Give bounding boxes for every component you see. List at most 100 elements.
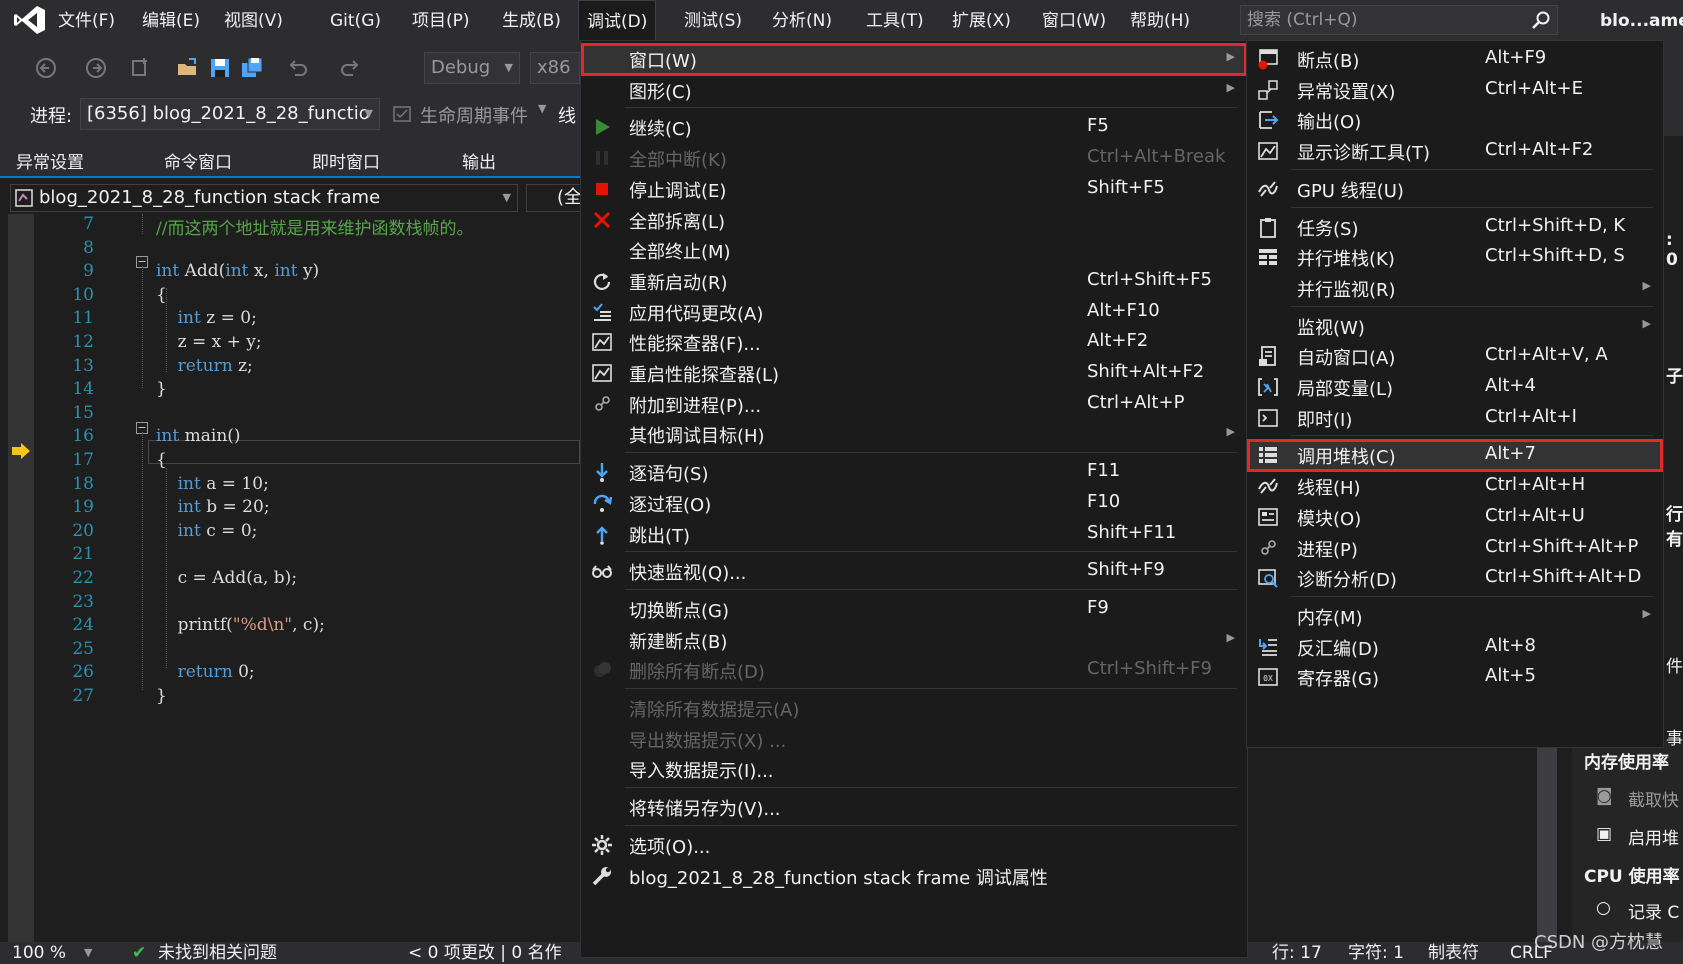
- take-snapshot-button[interactable]: ◙ 截取快: [1596, 786, 1679, 811]
- window-submenu-item-22[interactable]: 内存(M) ▶: [1247, 600, 1663, 633]
- debug-menu-item-29[interactable]: 将转储另存为(V)...: [581, 791, 1247, 824]
- save-all-icon[interactable]: [240, 56, 264, 80]
- window-submenu-item-3[interactable]: 显示诊断工具(T) Ctrl+Alt+F2: [1247, 135, 1663, 168]
- window-submenu-item-17[interactable]: 线程(H) Ctrl+Alt+H: [1247, 470, 1663, 503]
- debug-menu-item-10[interactable]: 性能探查器(F)... Alt+F2: [581, 326, 1247, 359]
- indent-mode-status[interactable]: 制表符: [1428, 942, 1479, 964]
- window-submenu-item-19[interactable]: 进程(P) Ctrl+Shift+Alt+P: [1247, 532, 1663, 565]
- issues-status[interactable]: 未找到相关问题: [158, 942, 277, 964]
- code-line[interactable]: int a = 10;: [156, 474, 269, 494]
- code-line[interactable]: z = x + y;: [156, 332, 262, 352]
- debug-menu-item-8[interactable]: 重新启动(R) Ctrl+Shift+F5: [581, 265, 1247, 298]
- search-box[interactable]: [1240, 5, 1558, 35]
- window-submenu-item-9[interactable]: 并行监视(R) ▶: [1247, 272, 1663, 305]
- menu-item-11[interactable]: 窗口(W): [1034, 0, 1114, 40]
- record-cpu-button[interactable]: ○ 记录 C: [1596, 898, 1679, 923]
- window-submenu-item-11[interactable]: 监视(W) ▶: [1247, 310, 1663, 343]
- window-submenu-item-1[interactable]: 异常设置(X) Ctrl+Alt+E: [1247, 74, 1663, 107]
- menu-item-9[interactable]: 工具(T): [858, 0, 932, 40]
- window-submenu-item-5[interactable]: GPU 线程(U): [1247, 173, 1663, 206]
- code-line[interactable]: printf("%d\n", c);: [156, 615, 325, 635]
- code-line[interactable]: int Add(int x, int y): [156, 261, 319, 281]
- window-submenu-item-20[interactable]: 诊断分析(D) Ctrl+Shift+Alt+D: [1247, 562, 1663, 595]
- menu-item-4[interactable]: 项目(P): [404, 0, 478, 40]
- window-submenu-item-16[interactable]: 调用堆栈(C) Alt+7: [1247, 439, 1663, 473]
- debug-menu-item-9[interactable]: 应用代码更改(A) Alt+F10: [581, 296, 1247, 329]
- tab-immediate-window[interactable]: 即时窗口: [312, 148, 380, 173]
- save-icon[interactable]: [208, 56, 232, 80]
- debug-menu-item-32[interactable]: blog_2021_8_28_function stack frame 调试属性: [581, 860, 1247, 893]
- menu-item-2[interactable]: 视图(V): [216, 0, 291, 40]
- global-scope-dropdown[interactable]: (全局: [526, 184, 586, 212]
- debug-menu-item-25[interactable]: 清除所有数据提示(A): [581, 692, 1247, 725]
- debug-menu-item-7[interactable]: 全部终止(M): [581, 234, 1247, 267]
- window-submenu-item-7[interactable]: 任务(S) Ctrl+Shift+D, K: [1247, 211, 1663, 244]
- code-line[interactable]: int z = 0;: [156, 308, 257, 328]
- debug-menu-item-21[interactable]: 切换断点(G) F9: [581, 593, 1247, 626]
- menu-item-10[interactable]: 扩展(X): [944, 0, 1019, 40]
- lifecycle-events-icon[interactable]: [392, 104, 412, 124]
- platform-dropdown[interactable]: x86: [530, 52, 580, 84]
- menu-item-5[interactable]: 生成(B): [494, 0, 569, 40]
- code-line[interactable]: c = Add(a, b);: [156, 568, 297, 588]
- search-icon[interactable]: [1531, 10, 1551, 30]
- window-submenu-item-18[interactable]: 模块(O) Ctrl+Alt+U: [1247, 501, 1663, 534]
- new-project-icon[interactable]: [128, 56, 152, 80]
- debug-menu-item-1[interactable]: 图形(C) ▶: [581, 74, 1247, 107]
- redo-icon[interactable]: [338, 56, 362, 80]
- vertical-scrollbar[interactable]: [1537, 736, 1557, 942]
- undo-icon[interactable]: [286, 56, 310, 80]
- window-submenu-item-23[interactable]: 反汇编(D) Alt+8: [1247, 631, 1663, 664]
- enable-heap-button[interactable]: ▣ 启用堆: [1596, 824, 1679, 849]
- git-changes-status[interactable]: < 0 项更改 | 0 名作: [408, 942, 562, 964]
- debug-menu-item-4[interactable]: 全部中断(K) Ctrl+Alt+Break: [581, 142, 1247, 175]
- code-line[interactable]: int c = 0;: [156, 521, 258, 541]
- debug-menu-item-13[interactable]: 其他调试目标(H) ▶: [581, 418, 1247, 451]
- window-submenu-item-12[interactable]: 自动窗口(A) Ctrl+Alt+V, A: [1247, 340, 1663, 373]
- debug-menu-item-17[interactable]: 跳出(T) Shift+F11: [581, 518, 1247, 551]
- project-scope-dropdown[interactable]: blog_2021_8_28_function stack frame ▼: [10, 184, 518, 212]
- code-line[interactable]: {: [156, 450, 167, 470]
- window-submenu-item-13[interactable]: 局部变量(L) Alt+4: [1247, 371, 1663, 404]
- menu-item-6[interactable]: 调试(D): [578, 0, 657, 40]
- search-input[interactable]: [1241, 6, 1521, 34]
- debug-menu-item-22[interactable]: 新建断点(B) ▶: [581, 624, 1247, 657]
- window-submenu-item-0[interactable]: 断点(B) Alt+F9: [1247, 43, 1663, 76]
- debug-menu-item-27[interactable]: 导入数据提示(I)...: [581, 753, 1247, 786]
- debug-menu-item-16[interactable]: 逐过程(O) F10: [581, 487, 1247, 520]
- debug-menu-item-0[interactable]: 窗口(W) ▶: [581, 43, 1247, 76]
- window-submenu-item-14[interactable]: 即时(I) Ctrl+Alt+I: [1247, 402, 1663, 435]
- debug-menu-item-31[interactable]: 选项(O)...: [581, 829, 1247, 862]
- debug-menu-item-15[interactable]: 逐语句(S) F11: [581, 456, 1247, 489]
- window-submenu-item-2[interactable]: 输出(O): [1247, 104, 1663, 137]
- tab-output[interactable]: 输出: [462, 148, 496, 173]
- open-folder-icon[interactable]: [176, 56, 200, 80]
- code-line[interactable]: }: [156, 379, 167, 399]
- menu-item-8[interactable]: 分析(N): [764, 0, 840, 40]
- process-dropdown[interactable]: [6356] blog_2021_8_28_functio ▼: [80, 98, 380, 130]
- debug-menu-item-11[interactable]: 重启性能探查器(L) Shift+Alt+F2: [581, 357, 1247, 390]
- back-icon[interactable]: [34, 56, 58, 80]
- debug-menu-item-6[interactable]: 全部拆离(L): [581, 204, 1247, 237]
- window-submenu-item-24[interactable]: 0X 寄存器(G) Alt+5: [1247, 661, 1663, 694]
- menu-item-7[interactable]: 测试(S): [676, 0, 750, 40]
- debug-menu-item-3[interactable]: 继续(C) F5: [581, 111, 1247, 144]
- debug-menu-item-5[interactable]: 停止调试(E) Shift+F5: [581, 173, 1247, 206]
- code-line[interactable]: //而这两个地址就是用来维护函数栈帧的。: [156, 214, 473, 239]
- debug-menu-item-12[interactable]: 附加到进程(P)... Ctrl+Alt+P: [581, 388, 1247, 421]
- debug-menu-item-26[interactable]: 导出数据提示(X) ...: [581, 723, 1247, 756]
- code-line[interactable]: int main(): [156, 426, 241, 446]
- tab-exception-settings[interactable]: 异常设置: [16, 148, 84, 173]
- zoom-level[interactable]: 100 %: [12, 942, 66, 964]
- debug-menu-item-23[interactable]: 删除所有断点(D) Ctrl+Shift+F9: [581, 654, 1247, 687]
- window-submenu-item-8[interactable]: 并行堆栈(K) Ctrl+Shift+D, S: [1247, 241, 1663, 274]
- code-line[interactable]: return z;: [156, 356, 253, 376]
- tab-command-window[interactable]: 命令窗口: [164, 148, 232, 173]
- menu-item-12[interactable]: 帮助(H): [1122, 0, 1198, 40]
- lifecycle-events-label[interactable]: 生命周期事件: [420, 102, 528, 128]
- code-line[interactable]: int b = 20;: [156, 497, 270, 517]
- configuration-dropdown[interactable]: Debug ▼: [424, 52, 520, 84]
- forward-icon[interactable]: [84, 56, 108, 80]
- debug-menu-item-19[interactable]: 快速监视(Q)... Shift+F9: [581, 555, 1247, 588]
- code-line[interactable]: }: [156, 686, 167, 706]
